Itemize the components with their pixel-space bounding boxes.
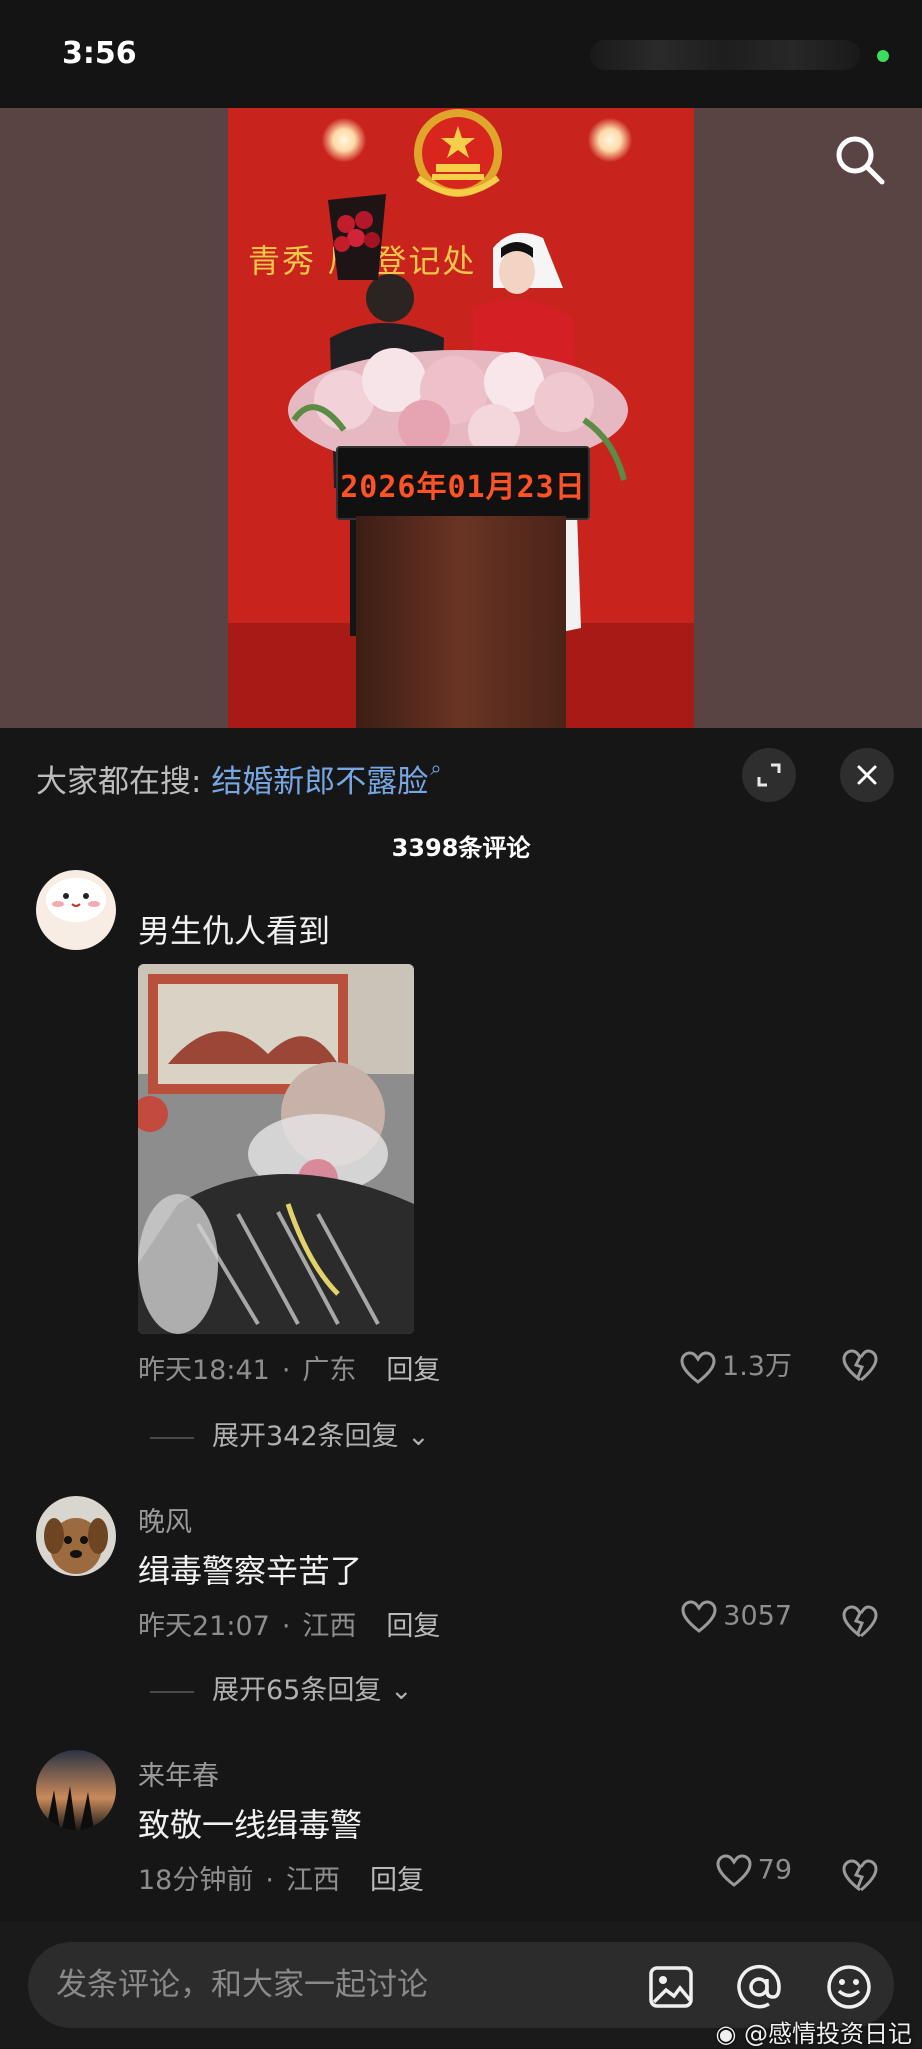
chevron-down-icon: ⌄: [407, 1421, 430, 1452]
like-button[interactable]: 3057: [681, 1600, 792, 1634]
reply-button[interactable]: 回复: [370, 1865, 424, 1896]
chevron-down-icon: ⌄: [389, 1675, 413, 1706]
privacy-indicator-dot: [877, 50, 889, 62]
like-count: 1.3万: [722, 1351, 792, 1382]
sunset-avatar-icon: [36, 1750, 116, 1830]
expand-sheet-button[interactable]: [742, 748, 796, 802]
broken-heart-icon[interactable]: [842, 1604, 878, 1640]
avatar[interactable]: [36, 1750, 116, 1830]
comment-meta: 18分钟前 · 江西 回复: [138, 1865, 424, 1896]
divider-line: [150, 1436, 194, 1439]
image-picker-icon[interactable]: [646, 1962, 696, 2012]
like-count: 79: [757, 1854, 792, 1886]
comment-text: 缉毒警察辛苦了: [138, 1552, 363, 1590]
comment-text: 男生仇人看到: [138, 912, 331, 950]
video-frame: 青秀 局 登记处: [228, 108, 694, 728]
trending-search: 大家都在搜: 结婚新郎不露脸 ⌕: [36, 756, 442, 801]
comment-time: 18分钟前: [138, 1865, 254, 1896]
search-icon: [836, 136, 885, 185]
expand-replies-label: 展开342条回复: [212, 1421, 399, 1452]
expand-replies-label: 展开65条回复: [212, 1675, 382, 1706]
avatar[interactable]: [36, 1496, 116, 1576]
like-button[interactable]: 79: [716, 1854, 792, 1888]
podium: [356, 516, 566, 728]
username[interactable]: 晚风: [138, 1500, 192, 1539]
mention-icon[interactable]: [734, 1962, 784, 2012]
led-date-board: 2026年01月23日: [336, 446, 590, 520]
cartoon-avatar-icon: [36, 870, 116, 950]
like-button[interactable]: 1.3万: [680, 1344, 792, 1385]
like-count: 3057: [723, 1600, 792, 1632]
heart-icon: [680, 1350, 716, 1384]
comment-region: 江西: [302, 1611, 357, 1642]
heart-icon: [716, 1854, 752, 1887]
dog-avatar-icon: [36, 1496, 116, 1576]
reply-button[interactable]: 回复: [386, 1355, 440, 1386]
search-button[interactable]: [830, 130, 890, 190]
ceiling-lamp: [322, 118, 366, 162]
close-sheet-button[interactable]: [840, 748, 894, 802]
close-icon: [857, 765, 877, 785]
trending-query-link[interactable]: 结婚新郎不露脸: [211, 764, 428, 800]
emoji-icon[interactable]: [824, 1962, 874, 2012]
comment-time: 昨天18:41: [138, 1355, 270, 1386]
watermark-text: @感情投资日记: [744, 2020, 912, 2048]
comment-count: 3398条评论: [391, 834, 531, 862]
video-area[interactable]: 青秀 局 登记处: [0, 108, 922, 728]
status-icons-blurred: [590, 40, 860, 70]
comment-meta: 昨天21:07 · 江西 回复: [138, 1611, 441, 1642]
status-time: 3:56: [62, 36, 137, 71]
heart-icon: [681, 1600, 717, 1633]
comment-text: 致敬一线缉毒警: [138, 1806, 363, 1844]
led-date-text: 2026年01月23日: [340, 470, 586, 505]
expand-replies-button[interactable]: 展开65条回复 ⌄: [150, 1668, 413, 1707]
broken-heart-icon[interactable]: [842, 1348, 878, 1384]
trending-prefix: 大家都在搜:: [36, 764, 202, 800]
broken-heart-icon[interactable]: [842, 1858, 878, 1894]
expand-icon: [757, 763, 781, 787]
comment-sheet: 大家都在搜: 结婚新郎不露脸 ⌕ 3398条评论 男生仇人看到 昨天18:41 …: [0, 728, 922, 2048]
watermark: ◉ @感情投资日记: [715, 2014, 912, 2049]
comment-image[interactable]: [138, 964, 414, 1334]
avatar[interactable]: [36, 870, 116, 950]
comment-region: 江西: [285, 1865, 340, 1896]
reply-button[interactable]: 回复: [386, 1611, 440, 1642]
national-emblem-icon: [414, 109, 502, 197]
ceiling-lamp: [588, 118, 632, 162]
comment-region: 广东: [302, 1355, 357, 1386]
comment-meta: 昨天18:41 · 广东 回复: [138, 1355, 441, 1386]
rose-bouquet: [328, 194, 386, 280]
expand-replies-button[interactable]: 展开342条回复 ⌄: [150, 1414, 430, 1453]
bottom-bar: ◉ @感情投资日记: [0, 1922, 922, 2048]
username[interactable]: 来年春: [138, 1754, 219, 1793]
divider-line: [150, 1690, 194, 1693]
status-bar: 3:56: [0, 0, 922, 108]
comment-time: 昨天21:07: [138, 1611, 270, 1642]
small-search-icon: ⌕: [430, 756, 442, 780]
weibo-logo-icon: ◉: [715, 2020, 744, 2048]
comment-photo: [138, 964, 414, 1334]
